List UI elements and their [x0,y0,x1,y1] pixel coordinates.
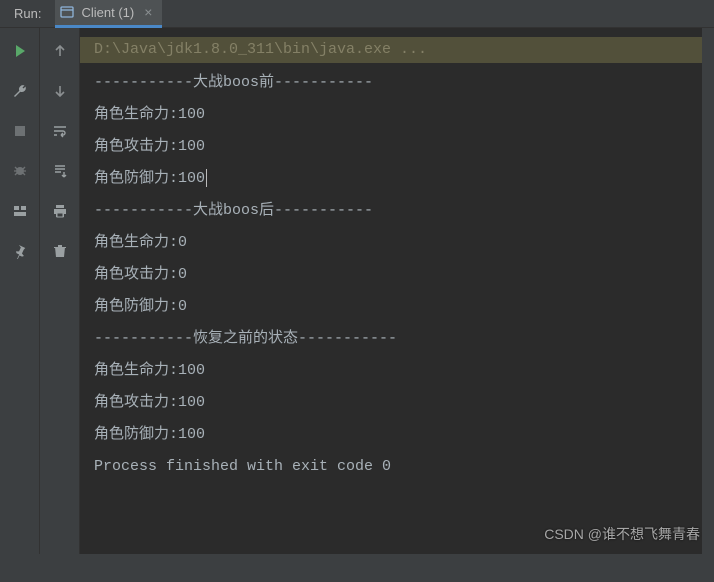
scroll-end-icon[interactable] [51,162,69,180]
pin-icon[interactable] [11,242,29,260]
console-line: -----------大战boos前----------- [80,67,714,99]
bug-stop-icon[interactable] [11,162,29,180]
command-line: D:\Java\jdk1.8.0_311\bin\java.exe ... [80,37,714,63]
window-icon [59,4,75,20]
close-icon[interactable]: × [144,4,152,20]
trash-icon[interactable] [51,242,69,260]
console-line: Process finished with exit code 0 [80,451,714,483]
console-line: 角色攻击力:0 [80,259,714,291]
console-line: 角色防御力:100 [80,163,714,195]
scrollbar[interactable] [702,28,714,582]
console-line: 角色防御力:100 [80,419,714,451]
print-icon[interactable] [51,202,69,220]
run-label: Run: [0,6,55,21]
console-line: 角色攻击力:100 [80,387,714,419]
tab-label: Client (1) [81,5,134,20]
tool-window-header: Run: Client (1) × [0,0,714,28]
console-line: 角色生命力:100 [80,99,714,131]
wrap-icon[interactable] [51,122,69,140]
console-line: 角色攻击力:100 [80,131,714,163]
console-line: 角色防御力:0 [80,291,714,323]
run-icon[interactable] [11,42,29,60]
run-tab[interactable]: Client (1) × [55,0,162,28]
wrench-icon[interactable] [11,82,29,100]
console-line: -----------恢复之前的状态----------- [80,323,714,355]
watermark: CSDN @谁不想飞舞青春 [544,524,700,544]
text-cursor [206,169,207,187]
arrow-down-icon[interactable] [51,82,69,100]
console-toolbar [40,28,80,554]
arrow-up-icon[interactable] [51,42,69,60]
layout-icon[interactable] [11,202,29,220]
console-output[interactable]: D:\Java\jdk1.8.0_311\bin\java.exe ... --… [80,28,714,554]
stop-icon[interactable] [11,122,29,140]
left-toolbar [0,28,40,554]
console-line: -----------大战boos后----------- [80,195,714,227]
console-line: 角色生命力:100 [80,355,714,387]
console-line: 角色生命力:0 [80,227,714,259]
